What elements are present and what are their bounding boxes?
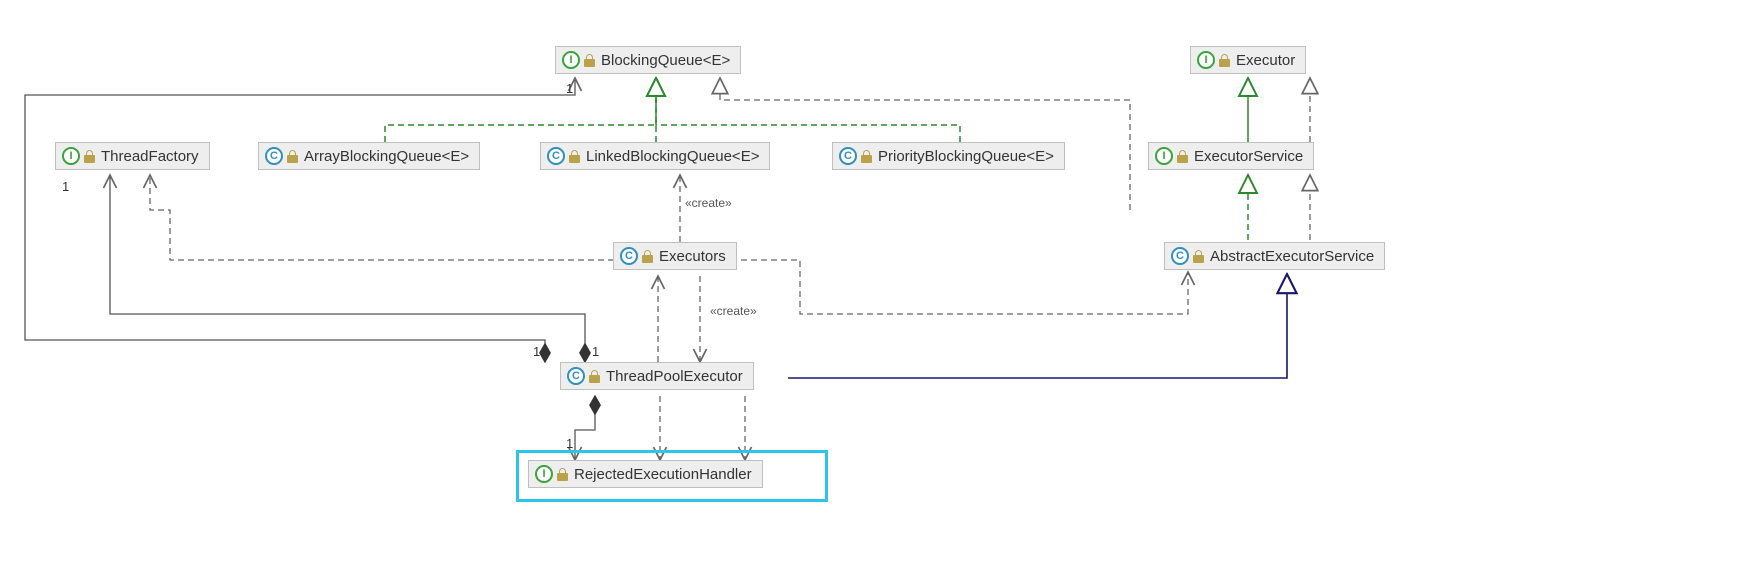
- edge-tpe-comp-threadfactory: [110, 175, 585, 362]
- interface-icon: I: [562, 51, 580, 69]
- lock-icon: [642, 250, 653, 263]
- node-executor: I Executor: [1190, 46, 1306, 74]
- edge-tpe-comp-blockingqueue: [25, 78, 575, 362]
- edge-executors-to-abstract: [741, 260, 1188, 314]
- node-label: RejectedExecutionHandler: [574, 466, 752, 483]
- node-label: ArrayBlockingQueue<E>: [304, 148, 469, 165]
- multiplicity-blockingqueue: 1: [566, 81, 573, 96]
- node-rejectedexecutionhandler: I RejectedExecutionHandler: [528, 460, 763, 488]
- node-threadfactory: I ThreadFactory: [55, 142, 210, 170]
- node-label: PriorityBlockingQueue<E>: [878, 148, 1054, 165]
- edge-tpe-extends-abstract: [788, 274, 1287, 378]
- node-executors: C Executors: [613, 242, 737, 270]
- node-priorityblockingqueue: C PriorityBlockingQueue<E>: [832, 142, 1065, 170]
- lock-icon: [589, 370, 600, 383]
- class-icon: C: [1171, 247, 1189, 265]
- multiplicity-tpe-left1: 1: [533, 344, 540, 359]
- interface-icon: I: [1197, 51, 1215, 69]
- edge-tpe-comp-reh: [575, 396, 595, 460]
- node-label: AbstractExecutorService: [1210, 248, 1374, 265]
- node-label: ThreadFactory: [101, 148, 199, 165]
- node-arrayblockingqueue: C ArrayBlockingQueue<E>: [258, 142, 480, 170]
- lock-icon: [1219, 54, 1230, 67]
- interface-icon: I: [1155, 147, 1173, 165]
- node-label: ThreadPoolExecutor: [606, 368, 743, 385]
- lock-icon: [569, 150, 580, 163]
- class-icon: C: [265, 147, 283, 165]
- node-blockingqueue: I BlockingQueue<E>: [555, 46, 741, 74]
- class-icon: C: [620, 247, 638, 265]
- node-abstractexecutorservice: C AbstractExecutorService: [1164, 242, 1385, 270]
- node-linkedblockingqueue: C LinkedBlockingQueue<E>: [540, 142, 770, 170]
- interface-icon: I: [62, 147, 80, 165]
- edge-array-to-blockingqueue: [385, 78, 656, 142]
- edge-executors-to-threadfactory: [150, 175, 614, 260]
- edge-priority-to-blockingqueue: [656, 78, 960, 142]
- node-label: ExecutorService: [1194, 148, 1303, 165]
- lock-icon: [287, 150, 298, 163]
- multiplicity-threadfactory: 1: [62, 179, 69, 194]
- lock-icon: [861, 150, 872, 163]
- lock-icon: [1193, 250, 1204, 263]
- multiplicity-tpe-left2: 1: [592, 344, 599, 359]
- node-label: Executors: [659, 248, 726, 265]
- class-icon: C: [839, 147, 857, 165]
- node-executorservice: I ExecutorService: [1148, 142, 1314, 170]
- node-label: BlockingQueue<E>: [601, 52, 730, 69]
- lock-icon: [584, 54, 595, 67]
- class-icon: C: [547, 147, 565, 165]
- interface-icon: I: [535, 465, 553, 483]
- edge-label-create1: «create»: [685, 196, 732, 210]
- class-icon: C: [567, 367, 585, 385]
- lock-icon: [557, 468, 568, 481]
- edge-label-create2: «create»: [710, 304, 757, 318]
- lock-icon: [1177, 150, 1188, 163]
- node-threadpoolexecutor: C ThreadPoolExecutor: [560, 362, 754, 390]
- multiplicity-reh: 1: [566, 436, 573, 451]
- connector-layer: [0, 0, 1739, 572]
- node-label: LinkedBlockingQueue<E>: [586, 148, 759, 165]
- node-label: Executor: [1236, 52, 1295, 69]
- lock-icon: [84, 150, 95, 163]
